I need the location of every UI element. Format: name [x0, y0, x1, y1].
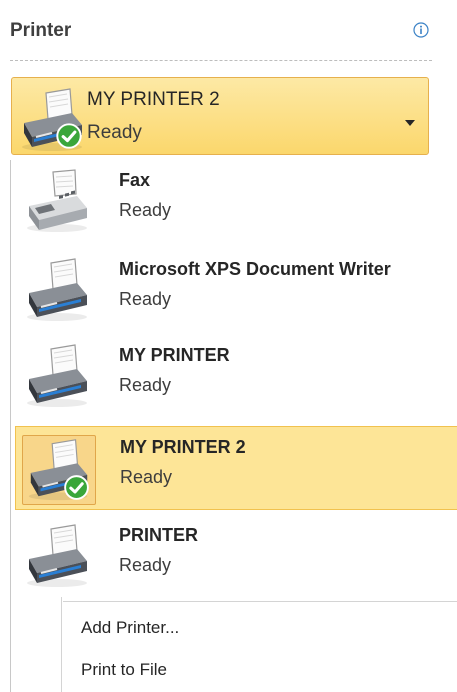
- menu-divider: [63, 601, 457, 602]
- fax-icon: [21, 168, 95, 238]
- menu-gutter-divider: [61, 597, 62, 692]
- chevron-down-icon[interactable]: [404, 114, 416, 126]
- printer-item-printer[interactable]: PRINTER Ready: [15, 515, 457, 599]
- printer-dropdown-list: Fax Ready Microsoft XPS Document Writer …: [10, 160, 457, 692]
- printer-item-my-printer[interactable]: MY PRINTER Ready: [15, 335, 457, 419]
- printer-default-icon: [22, 435, 96, 505]
- selected-printer-name: MY PRINTER 2: [87, 89, 220, 110]
- printer-item-name: Microsoft XPS Document Writer: [119, 259, 391, 279]
- printer-item-status: Ready: [120, 467, 173, 487]
- printer-item-name: MY PRINTER 2: [120, 437, 246, 457]
- add-printer-menu-item[interactable]: Add Printer...: [81, 618, 179, 638]
- printer-dropdown[interactable]: MY PRINTER 2 Ready: [11, 77, 429, 155]
- printer-item-status: Ready: [119, 200, 172, 220]
- printer-default-icon: [16, 87, 90, 153]
- printer-item-status: Ready: [119, 555, 172, 575]
- printer-item-status: Ready: [119, 289, 172, 309]
- printer-icon: [21, 523, 95, 593]
- printer-icon: [21, 257, 95, 327]
- selected-printer-status: Ready: [87, 122, 142, 143]
- printer-item-name: MY PRINTER: [119, 345, 230, 365]
- print-to-file-menu-item[interactable]: Print to File: [81, 660, 167, 680]
- printer-item-my-printer-2[interactable]: MY PRINTER 2 Ready: [15, 426, 457, 510]
- printer-item-name: Fax: [119, 170, 151, 190]
- printer-item-status: Ready: [119, 375, 172, 395]
- section-title: Printer: [10, 20, 72, 41]
- section-divider: [10, 60, 432, 61]
- printer-item-fax[interactable]: Fax Ready: [15, 160, 457, 244]
- printer-item-xps[interactable]: Microsoft XPS Document Writer Ready: [15, 249, 457, 333]
- info-circle-icon[interactable]: [413, 22, 429, 38]
- printer-icon: [21, 343, 95, 413]
- printer-item-name: PRINTER: [119, 525, 199, 545]
